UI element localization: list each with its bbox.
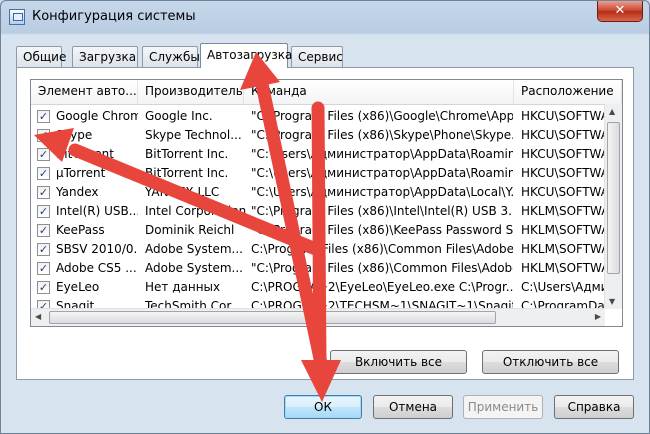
- cell-name: Adobe CS5 ...: [56, 261, 137, 275]
- close-button[interactable]: ✕: [597, 1, 643, 22]
- cell-location: HKCU\SOFTWA: [521, 147, 605, 161]
- help-button[interactable]: Справка: [554, 395, 634, 419]
- table-row[interactable]: ✓ SBSV 2010/0... Adobe System... C:\Program…: [31, 240, 622, 259]
- scroll-down-icon[interactable]: ▼: [609, 297, 615, 306]
- cell-location: HKCU\SOFTWA: [521, 185, 605, 199]
- column-header-command[interactable]: Команда: [244, 80, 514, 104]
- startup-checkbox[interactable]: ✓: [37, 167, 50, 180]
- scroll-right-icon[interactable]: ▶: [595, 312, 601, 321]
- startup-checkbox[interactable]: ✓: [37, 110, 50, 123]
- cell-maker: Adobe System...: [145, 261, 243, 275]
- cell-name: Google Chrome: [56, 109, 138, 123]
- horizontal-scrollbar[interactable]: ◀ ▶: [31, 308, 605, 326]
- cell-command: "C:\Users\Администратор\AppData\Roamin..…: [251, 147, 513, 161]
- tab-boot[interactable]: Загрузка: [72, 46, 138, 67]
- cell-command: "C:\Program Files (x86)\Skype\Phone\Skyp…: [251, 128, 513, 142]
- cell-maker: Dominik Reichl: [145, 223, 235, 237]
- cell-command: "C:\Program Files (x86)\Common Files\Ado…: [251, 261, 513, 275]
- cell-location: HKCU\SOFTWA: [521, 109, 605, 123]
- list-header: Элемент авто... Производитель Команда Ра…: [31, 80, 622, 105]
- cell-location: C:\Users\Адми: [521, 280, 605, 294]
- cell-location: HKCU\SOFTWA: [521, 128, 605, 142]
- startup-checkbox[interactable]: ✓: [37, 205, 50, 218]
- table-row[interactable]: ✓ Yandex YANDEX LLC "C:\Users\Администратор…: [31, 183, 622, 202]
- ok-button[interactable]: ОК: [284, 395, 362, 419]
- apply-button[interactable]: Применить: [463, 395, 543, 419]
- cell-name: Skype: [56, 128, 93, 142]
- disable-all-button[interactable]: Отключить все: [482, 350, 619, 374]
- cell-location: HKLM\SOFTWA: [521, 204, 605, 218]
- cell-maker: BitTorrent Inc.: [145, 166, 229, 180]
- cell-location: HKLM\SOFTWA: [521, 223, 605, 237]
- cell-command: C:\PROGRA~2\EyeLeo\EyeLeo.exe C:\Progr..…: [251, 280, 513, 294]
- startup-checkbox[interactable]: ✓: [37, 186, 50, 199]
- table-row[interactable]: ✓ Adobe CS5 ... Adobe System... "C:\Program…: [31, 259, 622, 278]
- tab-general[interactable]: Общие: [16, 46, 66, 67]
- title-bar[interactable]: Конфигурация системы ✕: [1, 1, 649, 33]
- tab-startup[interactable]: Автозагрузка: [200, 43, 292, 68]
- cell-maker: Google Inc.: [145, 109, 213, 123]
- cell-maker: Skype Technol...: [145, 128, 242, 142]
- msconfig-icon: [9, 9, 25, 25]
- startup-checkbox[interactable]: ✓: [37, 129, 50, 142]
- startup-checkbox[interactable]: ✓: [37, 281, 50, 294]
- column-header-manufacturer[interactable]: Производитель: [138, 80, 244, 104]
- cell-location: HKLM\SOFTWA: [521, 242, 605, 256]
- table-row[interactable]: ✓ Skype Skype Technol... "C:\Program Files …: [31, 126, 622, 145]
- cell-location: HKCU\SOFTWA: [521, 166, 605, 180]
- tab-services[interactable]: Службы: [142, 46, 200, 67]
- enable-all-button[interactable]: Включить все: [330, 350, 467, 374]
- table-row[interactable]: ✓ BitTorrent BitTorrent Inc. "C:\Users\Адми…: [31, 145, 622, 164]
- cell-name: Intel(R) USB...: [56, 204, 138, 218]
- tab-tools[interactable]: Сервис: [291, 46, 343, 67]
- cell-name: Yandex: [56, 185, 99, 199]
- scroll-up-icon[interactable]: ▲: [609, 107, 615, 116]
- startup-list: Элемент авто... Производитель Команда Ра…: [30, 79, 623, 327]
- cell-maker: Нет данных: [145, 280, 221, 294]
- scroll-left-icon[interactable]: ◀: [35, 312, 41, 321]
- cell-name: EyeLeo: [56, 280, 100, 294]
- table-row[interactable]: ✓ Google Chrome Google Inc. "C:\Program Fil…: [31, 107, 622, 126]
- startup-checkbox[interactable]: ✓: [37, 262, 50, 275]
- cell-name: SBSV 2010/0...: [56, 242, 138, 256]
- startup-checkbox[interactable]: ✓: [37, 243, 50, 256]
- cell-command: "C:\Program Files (x86)\Intel\Intel(R) U…: [251, 204, 513, 218]
- cell-name: µTorrent: [56, 166, 106, 180]
- cell-command: C:\Program Files (x86)\Common Files\Adob…: [251, 242, 513, 256]
- cell-command: "C:\Users\Администратор\AppData\Roamin..…: [251, 166, 513, 180]
- column-header-item[interactable]: Элемент авто...: [31, 80, 138, 104]
- table-row[interactable]: ✓ KeePass Dominik Reichl "C:\Program Files …: [31, 221, 622, 240]
- cell-command: "C:\Users\Администратор\AppData\Local\Y.…: [251, 185, 513, 199]
- vertical-scroll-thumb[interactable]: [607, 122, 620, 274]
- startup-checkbox[interactable]: ✓: [37, 224, 50, 237]
- column-header-location[interactable]: Расположение: [514, 80, 622, 104]
- cell-maker: Intel Corporation: [145, 204, 247, 218]
- cell-location: HKLM\SOFTWA: [521, 261, 605, 275]
- startup-checkbox[interactable]: ✓: [37, 148, 50, 161]
- cell-maker: Adobe System...: [145, 242, 243, 256]
- startup-panel: Элемент авто... Производитель Команда Ра…: [16, 67, 634, 380]
- cell-name: KeePass: [56, 223, 105, 237]
- window-title: Конфигурация системы: [32, 9, 196, 24]
- cell-maker: BitTorrent Inc.: [145, 147, 229, 161]
- table-row[interactable]: ✓ µTorrent BitTorrent Inc. "C:\Users\Админи…: [31, 164, 622, 183]
- system-config-window: Конфигурация системы ✕ Общие Загрузка Сл…: [0, 0, 650, 434]
- cell-maker: YANDEX LLC: [145, 185, 220, 199]
- cell-command: "C:\Program Files (x86)\Google\Chrome\Ap…: [251, 109, 513, 123]
- vertical-scrollbar[interactable]: ▲ ▼: [604, 104, 622, 309]
- cancel-button[interactable]: Отмена: [373, 395, 453, 419]
- table-row[interactable]: ✓ Intel(R) USB... Intel Corporation "C:\Pro…: [31, 202, 622, 221]
- table-row[interactable]: ✓ EyeLeo Нет данных C:\PROGRA~2\EyeLeo\EyeL…: [31, 278, 622, 297]
- cell-name: BitTorrent: [56, 147, 114, 161]
- cell-command: "C:\Program Files (x86)\KeePass Password…: [251, 223, 513, 237]
- horizontal-scroll-thumb[interactable]: [49, 311, 496, 324]
